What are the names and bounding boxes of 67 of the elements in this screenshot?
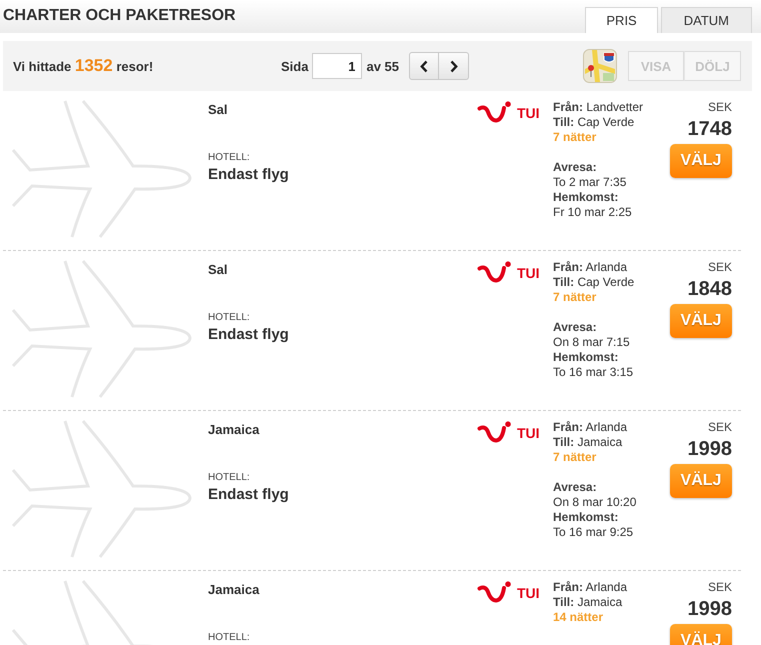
departure-date: On 8 mar 10:20 [553,495,638,510]
select-button[interactable]: VÄLJ [670,304,732,338]
hotel-name: Endast flyg [208,326,290,344]
departure-label: Avresa: [553,160,598,175]
nights-text: 7 nätter [553,130,598,145]
hotel-label: HOTELL: [208,472,251,484]
origin-text: Från: Arlanda [553,260,628,275]
page-number-field[interactable]: 1 [312,53,362,79]
chevron-right-icon [450,60,458,72]
nights-text: 14 nätter [553,610,604,625]
destination-text: Till: Cap Verde [553,115,636,130]
origin-text: Från: Arlanda [553,580,628,595]
price-text: 1998 [688,437,732,461]
map-icon[interactable] [583,49,617,83]
origin-text: Från: Landvetter [553,100,644,115]
destination-name: Jamaica [208,422,260,438]
departure-date: To 2 mar 7:35 [553,175,628,190]
logo-text: TUI [517,105,540,121]
return-label: Hemkomst: [553,190,620,205]
hotel-label: HOTELL: [208,312,251,324]
hotel-name: Endast flyg [208,486,290,504]
destination-text: Till: Jamaica [553,595,624,610]
smile-logo-icon [477,581,512,605]
result-count-text: Vi hittade 1352 resor! [13,56,154,76]
currency-label: SEK [708,580,732,595]
sort-tab[interactable]: PRIS [585,7,658,33]
previous-page-button[interactable] [409,52,440,80]
smile-logo-icon [477,261,512,285]
next-page-button[interactable] [439,52,470,80]
destination-name: Sal [208,102,229,118]
return-date: To 16 mar 3:15 [553,365,634,380]
hotel-label: HOTELL: [208,632,251,644]
logo-text: TUI [517,265,540,281]
smile-logo-icon [477,421,512,445]
departure-label: Avresa: [553,320,598,335]
departure-label: Avresa: [553,480,598,495]
price-text: 1748 [688,117,732,141]
destination-name: Sal [208,262,229,278]
return-date: Fr 10 mar 2:25 [553,205,633,220]
currency-label: SEK [708,100,732,115]
destination-name: Jamaica [208,582,260,598]
select-button[interactable]: VÄLJ [670,624,732,645]
logo-text: TUI [517,425,540,441]
page-label: Sida [281,58,308,74]
logo-text: TUI [517,585,540,601]
return-date: To 16 mar 9:25 [553,525,634,540]
page-title: CHARTER OCH PAKETRESOR [3,6,236,26]
hotel-name: Endast flyg [208,166,290,184]
currency-label: SEK [708,420,732,435]
currency-label: SEK [708,260,732,275]
nights-text: 7 nätter [553,290,598,305]
hotel-label: HOTELL: [208,152,251,164]
return-label: Hemkomst: [553,350,620,365]
chevron-left-icon [420,60,428,72]
nights-text: 7 nätter [553,450,598,465]
origin-text: Från: Arlanda [553,420,628,435]
destination-text: Till: Cap Verde [553,275,636,290]
departure-date: On 8 mar 7:15 [553,335,631,350]
destination-text: Till: Jamaica [553,435,624,450]
price-text: 1848 [688,277,732,301]
smile-logo-icon [477,101,512,125]
sort-tab[interactable]: DATUM [660,7,752,33]
price-text: 1998 [688,597,732,621]
select-button[interactable]: VÄLJ [670,144,732,178]
select-button[interactable]: VÄLJ [670,464,732,498]
page-total-text: av 55 [366,58,400,74]
return-label: Hemkomst: [553,510,620,525]
